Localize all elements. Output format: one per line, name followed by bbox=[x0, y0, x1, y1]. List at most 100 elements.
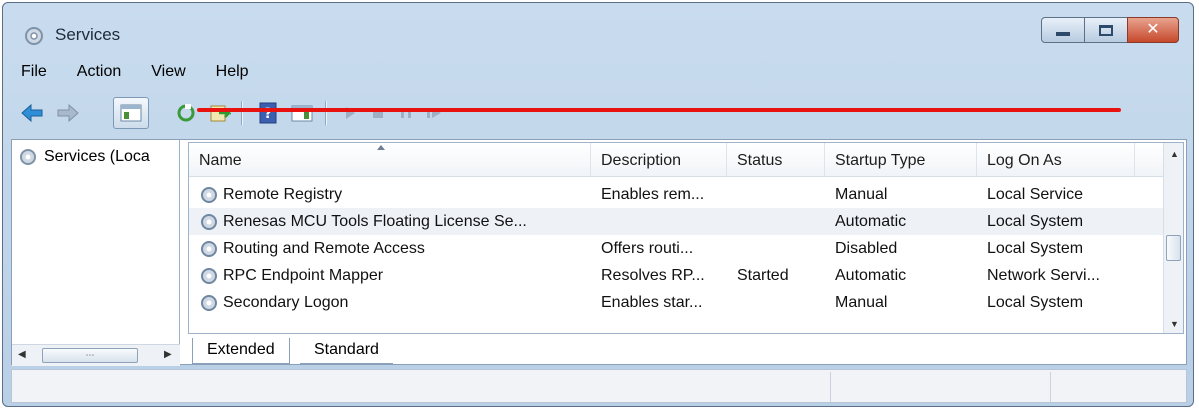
scroll-right-icon[interactable]: ▶ bbox=[164, 349, 172, 360]
close-icon: ✕ bbox=[1146, 21, 1160, 38]
service-log-on-as: Network Servi... bbox=[987, 267, 1100, 284]
service-gear-icon bbox=[201, 187, 217, 203]
service-gear-icon bbox=[201, 241, 217, 257]
window-controls: ✕ bbox=[1041, 17, 1179, 43]
column-header-log-on-as[interactable]: Log On As bbox=[977, 143, 1135, 177]
export-list-button[interactable] bbox=[205, 97, 235, 129]
forward-arrow-icon bbox=[57, 103, 79, 123]
service-log-on-as: Local Service bbox=[987, 186, 1084, 203]
service-status bbox=[737, 181, 823, 208]
service-description: Enables star... bbox=[601, 294, 703, 311]
toolbar-separator bbox=[325, 101, 326, 125]
scrollbar-thumb[interactable]: ⋯ bbox=[42, 348, 138, 363]
status-divider bbox=[1050, 372, 1051, 402]
close-button[interactable]: ✕ bbox=[1127, 17, 1179, 43]
stop-service-button[interactable] bbox=[363, 97, 393, 129]
service-status bbox=[737, 208, 823, 235]
service-status: Started bbox=[737, 267, 789, 284]
show-hide-pane-button[interactable] bbox=[287, 97, 317, 129]
maximize-icon bbox=[1099, 24, 1113, 36]
scroll-down-icon[interactable]: ▼ bbox=[1170, 319, 1179, 329]
services-gear-icon bbox=[20, 149, 36, 165]
column-header-row: Name Description Status Startup Type Log… bbox=[189, 143, 1165, 177]
red-underline-annotation bbox=[197, 108, 1121, 112]
minimize-icon bbox=[1056, 32, 1070, 36]
status-bar bbox=[11, 369, 1187, 403]
service-name: Routing and Remote Access bbox=[223, 240, 425, 257]
services-window: Services ✕ File Action View Help ? Servi… bbox=[2, 2, 1194, 407]
service-description: Resolves RP... bbox=[601, 267, 705, 284]
menu-help[interactable]: Help bbox=[206, 61, 259, 89]
service-status bbox=[737, 289, 823, 316]
service-log-on-as: Local System bbox=[987, 240, 1084, 257]
console-tree-pane: Services (Loca ◀ ⋯ ▶ bbox=[12, 140, 180, 366]
sort-ascending-icon bbox=[377, 145, 385, 150]
service-name: Renesas MCU Tools Floating License Se... bbox=[223, 213, 527, 230]
console-tree-button[interactable] bbox=[113, 97, 149, 129]
service-description: Enables rem... bbox=[601, 186, 705, 203]
service-row[interactable]: Secondary Logon Enables star... Manual L… bbox=[189, 289, 1165, 316]
service-description bbox=[601, 208, 725, 235]
service-name: Secondary Logon bbox=[223, 294, 349, 311]
window-title: Services bbox=[55, 25, 121, 44]
service-name: Remote Registry bbox=[223, 186, 343, 203]
menu-file[interactable]: File bbox=[11, 61, 57, 89]
scroll-left-icon[interactable]: ◀ bbox=[18, 349, 26, 360]
menu-bar: File Action View Help bbox=[11, 61, 1185, 89]
tab-extended[interactable]: Extended bbox=[192, 338, 290, 364]
column-header-description[interactable]: Description bbox=[591, 143, 727, 177]
show-hide-pane-icon bbox=[291, 105, 313, 122]
export-list-icon bbox=[210, 105, 231, 122]
service-row-highlighted[interactable]: Renesas MCU Tools Floating License Se...… bbox=[189, 208, 1165, 235]
tree-item-label: Services (Loca bbox=[44, 148, 150, 165]
refresh-icon bbox=[177, 104, 195, 122]
column-header-startup-type[interactable]: Startup Type bbox=[825, 143, 977, 177]
services-list-pane: Name Description Status Startup Type Log… bbox=[188, 142, 1184, 334]
help-icon: ? bbox=[259, 102, 277, 124]
vertical-scrollbar[interactable]: ▲ ▼ bbox=[1163, 143, 1183, 333]
menu-view[interactable]: View bbox=[141, 61, 195, 89]
column-header-name[interactable]: Name bbox=[189, 143, 591, 177]
service-startup-type: Disabled bbox=[835, 240, 898, 257]
restart-service-button[interactable] bbox=[419, 97, 449, 129]
status-divider bbox=[830, 372, 831, 402]
service-startup-type: Automatic bbox=[835, 267, 907, 284]
console-tree-icon bbox=[120, 104, 142, 122]
start-service-button[interactable] bbox=[335, 97, 365, 129]
service-startup-type: Manual bbox=[835, 294, 888, 311]
minimize-button[interactable] bbox=[1041, 17, 1085, 43]
service-startup-type: Automatic bbox=[835, 213, 907, 230]
forward-button[interactable] bbox=[53, 97, 83, 129]
pause-service-button[interactable] bbox=[391, 97, 421, 129]
service-row[interactable]: Remote Registry Enables rem... Manual Lo… bbox=[189, 181, 1165, 208]
horizontal-scrollbar[interactable]: ◀ ⋯ ▶ bbox=[12, 344, 180, 366]
scrollbar-thumb[interactable] bbox=[1166, 235, 1181, 261]
service-description: Offers routi... bbox=[601, 240, 694, 257]
back-button[interactable] bbox=[17, 97, 47, 129]
toolbar-separator bbox=[241, 101, 242, 125]
service-log-on-as: Local System bbox=[987, 294, 1084, 311]
back-arrow-icon bbox=[21, 103, 43, 123]
refresh-button[interactable] bbox=[171, 97, 201, 129]
toolbar: ? bbox=[15, 93, 1181, 135]
main-content: Services (Loca ◀ ⋯ ▶ Name Description St… bbox=[11, 139, 1187, 366]
scroll-up-icon[interactable]: ▲ bbox=[1170, 149, 1179, 159]
services-gear-icon bbox=[25, 27, 43, 45]
service-log-on-as: Local System bbox=[987, 213, 1084, 230]
maximize-button[interactable] bbox=[1084, 17, 1128, 43]
service-row[interactable]: Routing and Remote Access Offers routi..… bbox=[189, 235, 1165, 262]
help-button[interactable]: ? bbox=[253, 97, 283, 129]
tab-standard[interactable]: Standard bbox=[300, 338, 393, 364]
service-gear-icon bbox=[201, 268, 217, 284]
service-row[interactable]: RPC Endpoint Mapper Resolves RP... Start… bbox=[189, 262, 1165, 289]
title-bar[interactable]: Services ✕ bbox=[3, 3, 1193, 59]
service-status bbox=[737, 235, 823, 262]
service-gear-icon bbox=[201, 295, 217, 311]
menu-action[interactable]: Action bbox=[67, 61, 131, 89]
service-gear-icon bbox=[201, 214, 217, 230]
column-header-name-label: Name bbox=[199, 152, 242, 169]
tree-item-services-local[interactable]: Services (Loca bbox=[18, 146, 150, 168]
service-name: RPC Endpoint Mapper bbox=[223, 267, 384, 284]
service-startup-type: Manual bbox=[835, 186, 888, 203]
column-header-status[interactable]: Status bbox=[727, 143, 825, 177]
